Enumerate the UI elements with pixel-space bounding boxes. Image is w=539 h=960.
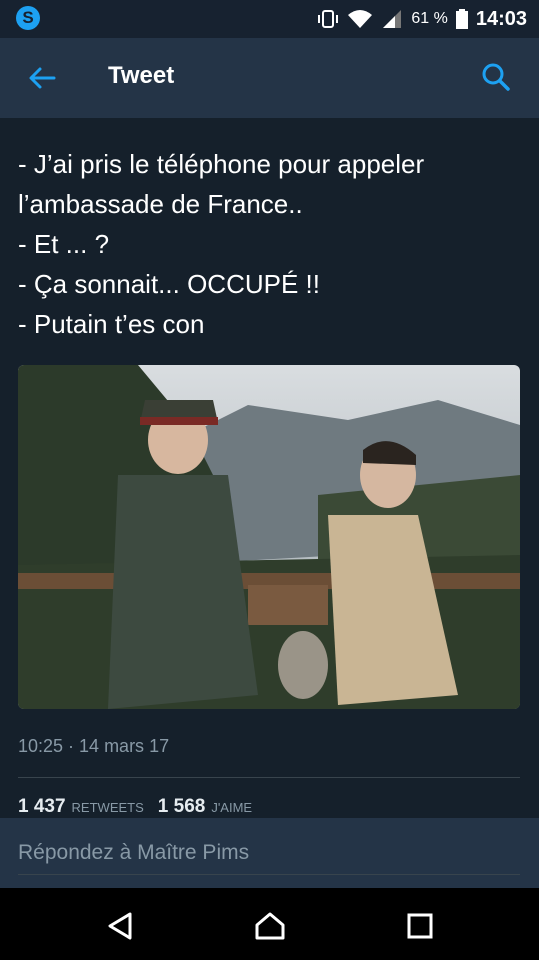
vibrate-icon bbox=[318, 10, 339, 28]
status-bar: S 61 % 14:03 bbox=[0, 0, 539, 38]
s-logo-icon: S bbox=[16, 6, 40, 30]
app-header: Tweet bbox=[0, 38, 539, 118]
home-icon[interactable] bbox=[250, 906, 290, 946]
likes-count: 1 568 bbox=[157, 796, 206, 817]
reply-bar: Répondez à Maître Pims bbox=[0, 818, 539, 888]
tweet-timestamp: 10:25 · 14 mars 17 bbox=[18, 736, 170, 756]
tweet-stats[interactable]: 1 437 RETWEETS 1 568 J'AIME bbox=[18, 796, 266, 818]
wifi-icon bbox=[348, 10, 373, 28]
system-nav-bar bbox=[0, 888, 539, 960]
recents-square-icon[interactable] bbox=[400, 906, 440, 946]
page-title: Tweet bbox=[108, 62, 175, 89]
divider bbox=[18, 777, 520, 778]
retweets-label: RETWEETS bbox=[71, 800, 144, 815]
search-icon[interactable] bbox=[481, 62, 511, 92]
tweet-photo[interactable] bbox=[18, 365, 520, 709]
clock: 14:03 bbox=[475, 7, 527, 30]
photo-image bbox=[18, 365, 520, 709]
arrow-left-icon[interactable] bbox=[26, 62, 58, 94]
tweet-detail: - J’ai pris le téléphone pour appeler l’… bbox=[0, 118, 539, 818]
tweet-line: - Et ... ? bbox=[18, 229, 110, 259]
tweet-line: - J’ai pris le téléphone pour appeler bbox=[18, 149, 425, 179]
tweet-line: - Ça sonnait... OCCUPÉ !! bbox=[18, 269, 320, 299]
status-icons: 61 % 14:03 bbox=[317, 0, 527, 38]
tweet-line: - Putain t’es con bbox=[18, 309, 205, 339]
reply-input[interactable]: Répondez à Maître Pims bbox=[18, 832, 520, 875]
tweet-text: - J’ai pris le téléphone pour appeler l’… bbox=[18, 144, 518, 344]
tweet-line: l’ambassade de France.. bbox=[18, 189, 303, 219]
back-triangle-icon[interactable] bbox=[100, 906, 140, 946]
battery-percent: 61 % bbox=[411, 10, 448, 27]
likes-label: J'AIME bbox=[211, 800, 253, 815]
signal-icon bbox=[383, 10, 402, 28]
retweets-count: 1 437 bbox=[18, 796, 66, 817]
battery-icon bbox=[455, 9, 468, 29]
